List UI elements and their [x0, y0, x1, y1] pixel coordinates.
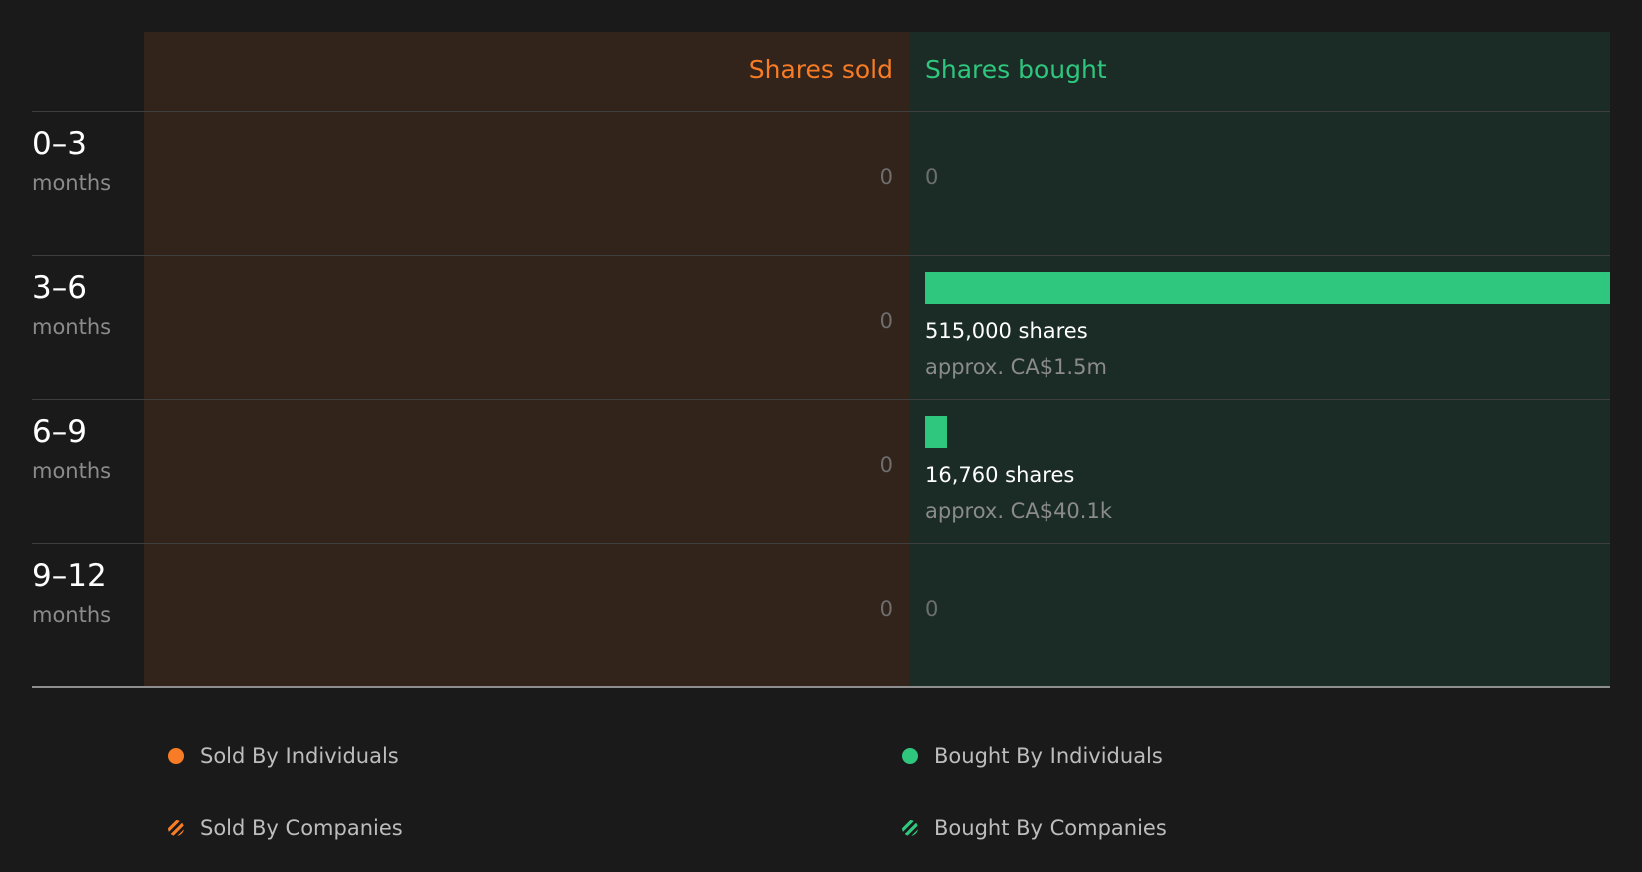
period-unit: months	[32, 459, 112, 483]
chart-legend: Sold By Individuals Bought By Individual…	[0, 700, 1642, 872]
solid-dot-icon	[168, 748, 184, 764]
period-label: 0–3	[32, 126, 87, 162]
legend-label: Sold By Individuals	[200, 744, 399, 768]
sold-value: 0	[879, 309, 893, 333]
bought-value: 0	[925, 597, 939, 621]
insider-trading-chart: Shares sold Shares bought 0–3 months 0 0…	[0, 0, 1642, 700]
legend-label: Sold By Companies	[200, 816, 403, 840]
bought-approx-value: approx. CA$1.5m	[925, 355, 1107, 379]
legend-bought-by-individuals[interactable]: Bought By Individuals	[902, 738, 1163, 774]
legend-sold-by-individuals[interactable]: Sold By Individuals	[168, 738, 399, 774]
bought-value: 0	[925, 165, 939, 189]
period-label: 9–12	[32, 558, 107, 594]
period-unit: months	[32, 603, 112, 627]
period-row: 3–6 months 0 515,000 shares approx. CA$1…	[0, 256, 1642, 400]
legend-label: Bought By Individuals	[934, 744, 1163, 768]
bought-bar[interactable]	[925, 416, 947, 448]
hatched-dot-icon	[902, 820, 918, 836]
period-row: 6–9 months 0 16,760 shares approx. CA$40…	[0, 400, 1642, 544]
sold-value: 0	[879, 165, 893, 189]
shares-sold-header: Shares sold	[748, 55, 893, 84]
period-unit: months	[32, 171, 112, 195]
legend-bought-by-companies[interactable]: Bought By Companies	[902, 810, 1167, 846]
bought-approx-value: approx. CA$40.1k	[925, 499, 1112, 523]
sold-value: 0	[879, 453, 893, 477]
sold-value: 0	[879, 597, 893, 621]
legend-sold-by-companies[interactable]: Sold By Companies	[168, 810, 403, 846]
solid-dot-icon	[902, 748, 918, 764]
period-label: 6–9	[32, 414, 87, 450]
bought-shares-label: 16,760 shares	[925, 463, 1075, 487]
period-label: 3–6	[32, 270, 87, 306]
period-row: 9–12 months 0 0	[0, 544, 1642, 688]
legend-label: Bought By Companies	[934, 816, 1167, 840]
shares-bought-header: Shares bought	[925, 55, 1107, 84]
bought-bar[interactable]	[925, 272, 1610, 304]
bought-shares-label: 515,000 shares	[925, 319, 1088, 343]
period-row: 0–3 months 0 0	[0, 112, 1642, 256]
period-unit: months	[32, 315, 112, 339]
hatched-dot-icon	[168, 820, 184, 836]
